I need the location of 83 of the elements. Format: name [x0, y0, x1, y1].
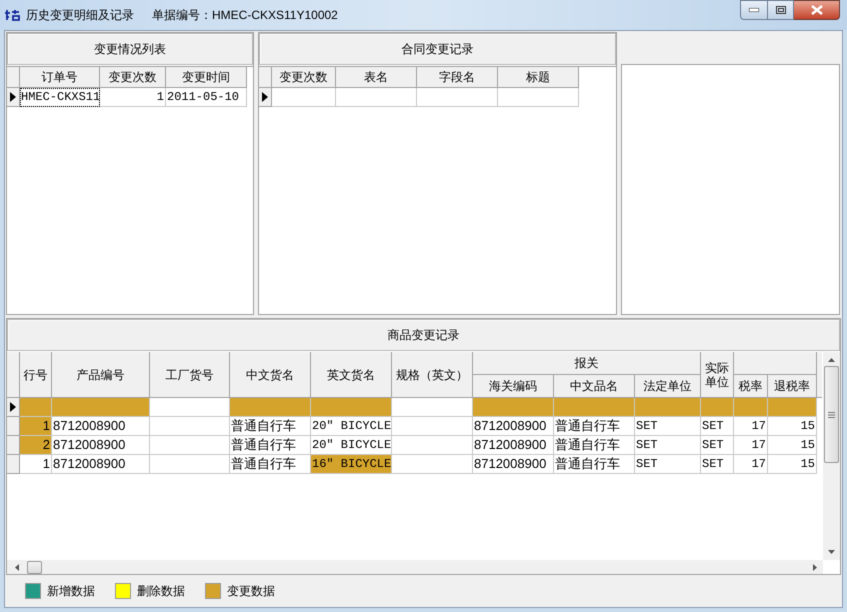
current-row-arrow-icon: [10, 402, 16, 412]
column-header[interactable]: 中文品名: [554, 375, 635, 398]
table-cell: 2: [20, 436, 52, 455]
horizontal-scrollbar[interactable]: [7, 560, 823, 574]
grip-icon: [828, 412, 835, 418]
group-header: 报关: [473, 352, 701, 375]
close-button[interactable]: [794, 0, 840, 20]
scroll-down-icon: [828, 550, 835, 554]
table-cell: SET: [701, 436, 734, 455]
table-cell: 普通自行车: [230, 436, 311, 455]
table-cell: 16″ BICYCLE: [311, 455, 392, 474]
table-cell: 17: [734, 417, 768, 436]
current-row-arrow-icon: [10, 92, 16, 102]
column-header[interactable]: 订单号: [20, 67, 100, 88]
table-cell: 1: [20, 455, 52, 474]
row-indicator[interactable]: [7, 398, 20, 417]
legend-label: 删除数据: [137, 582, 185, 600]
column-header[interactable]: 变更时间: [166, 67, 247, 88]
column-header[interactable]: 中文货名: [230, 352, 311, 398]
column-header[interactable]: 标题: [498, 67, 579, 88]
maximize-icon: [776, 6, 786, 14]
current-row-arrow-icon: [262, 92, 268, 102]
table-cell: SET: [701, 417, 734, 436]
close-icon: [810, 5, 822, 15]
minimize-button[interactable]: [740, 0, 768, 20]
table-cell: SET: [635, 436, 701, 455]
table-cell: 15: [768, 455, 817, 474]
column-header[interactable]: 海关编码: [473, 375, 554, 398]
scroll-thumb[interactable]: [27, 560, 42, 574]
table-cell: 17: [734, 455, 768, 474]
column-header[interactable]: 工厂货号: [150, 352, 230, 398]
column-header[interactable]: 变更次数: [272, 67, 336, 88]
table-cell: 1: [20, 417, 52, 436]
column-header[interactable]: 表名: [336, 67, 417, 88]
table-cell: 15: [768, 436, 817, 455]
scroll-left-icon: [15, 564, 19, 570]
table-cell: 20″ BICYCLE: [311, 417, 392, 436]
column-header[interactable]: 实际单位: [701, 352, 734, 398]
table-cell: 普通自行车: [554, 417, 635, 436]
column-header[interactable]: 字段名: [417, 67, 498, 88]
document-number: 单据编号：HMEC-CKXS11Y10002: [152, 7, 338, 24]
table-cell: 20″ BICYCLE: [311, 436, 392, 455]
row-indicator[interactable]: [7, 88, 20, 107]
window-title: 历史变更明细及记录: [26, 7, 134, 24]
column-header[interactable]: 规格（英文）: [392, 352, 473, 398]
table-cell: 15: [768, 417, 817, 436]
table-cell: 普通自行车: [554, 455, 635, 474]
table-cell: 8712008900: [52, 455, 150, 474]
scroll-thumb[interactable]: [824, 366, 839, 463]
table-cell: [272, 88, 336, 107]
table-cell: 8712008900: [52, 436, 150, 455]
table-cell: SET: [701, 455, 734, 474]
table-cell: 8712008900: [473, 417, 554, 436]
legend-label: 新增数据: [47, 582, 95, 600]
panel-header: 商品变更记录: [7, 319, 840, 351]
row-indicator[interactable]: [259, 88, 272, 107]
column-header[interactable]: 产品编号: [52, 352, 150, 398]
table-cell: SET: [635, 455, 701, 474]
table-cell: 普通自行车: [230, 455, 311, 474]
column-header[interactable]: 行号: [20, 352, 52, 398]
column-header[interactable]: 法定单位: [635, 375, 701, 398]
table-cell: 普通自行车: [230, 417, 311, 436]
column-header[interactable]: 英文货名: [311, 352, 392, 398]
legend-label: 变更数据: [227, 582, 275, 600]
panel-header: 变更情况列表: [7, 33, 253, 65]
table-cell: 1: [100, 88, 166, 107]
table-cell: 8712008900: [473, 436, 554, 455]
table-cell: 普通自行车: [554, 436, 635, 455]
app-icon: [4, 9, 20, 21]
panel-header: 合同变更记录: [259, 33, 616, 65]
table-cell: 17: [734, 436, 768, 455]
table-cell: 2011-05-10: [166, 88, 247, 107]
column-header[interactable]: 退税率: [768, 375, 817, 398]
column-header[interactable]: 变更次数: [100, 67, 166, 88]
table-cell: 8712008900: [473, 455, 554, 474]
table-cell: SET: [635, 417, 701, 436]
minimize-icon: [749, 8, 759, 12]
vertical-scrollbar[interactable]: [823, 352, 840, 560]
table-cell: 8712008900: [52, 417, 150, 436]
scroll-right-icon: [813, 564, 817, 570]
column-header[interactable]: 税率: [734, 375, 768, 398]
scroll-up-icon: [828, 358, 835, 362]
maximize-button[interactable]: [768, 0, 794, 20]
